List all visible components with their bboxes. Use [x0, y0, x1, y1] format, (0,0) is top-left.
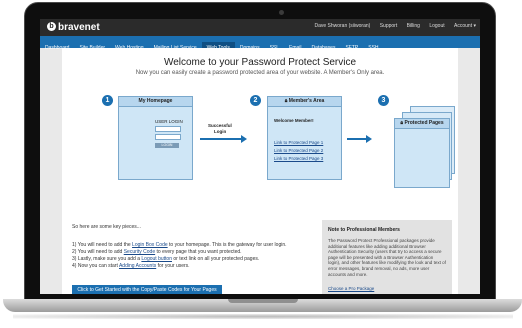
page-title: Welcome to your Password Protect Service: [163, 57, 357, 68]
page-subtitle: Now you can easily create a password pro…: [135, 70, 385, 76]
username-field[interactable]: [155, 126, 181, 132]
protected-title: 🔒︎ Protected Pages: [395, 119, 449, 129]
list-text: 2) You will need to add: [72, 249, 124, 255]
bravenet-logo[interactable]: b bravenet: [47, 22, 100, 33]
members-title: 🔒︎ Member's Area: [268, 97, 341, 107]
arrow-1-icon: [241, 135, 247, 143]
main-nav: DashboardSite BuilderWeb HostingMailing …: [40, 36, 480, 54]
list-text: or text link on all your protected pages…: [171, 256, 260, 262]
security-code-link[interactable]: Security Code: [124, 249, 155, 255]
list-text: to your homepage. This is the gateway fo…: [167, 242, 287, 248]
adding-accounts-link[interactable]: Adding Accounts: [119, 263, 156, 269]
arrow-label-successful: Successful: [208, 123, 232, 128]
laptop-frame: b bravenet Dave Shworan (siiworan) Suppor…: [3, 2, 522, 319]
protected-title-text: Protected Pages: [404, 120, 444, 126]
user-login-label: USER LOGIN: [155, 119, 183, 124]
homepage-panel: My Homepage USER LOGIN LOGIN: [118, 96, 193, 180]
list-item: 4) Now you can start Adding Accounts for…: [72, 263, 287, 270]
logout-button-link[interactable]: Logout button: [141, 256, 172, 262]
arrow-2-icon: [366, 135, 372, 143]
protected-link-1[interactable]: Link to Protected Page 1: [274, 140, 323, 145]
list-text: 1) You will need to add the: [72, 242, 133, 248]
list-item: 2) You will need to add Security Code to…: [72, 249, 287, 256]
protected-link-2[interactable]: Link to Protected Page 2: [274, 148, 323, 153]
members-title-text: Member's Area: [288, 98, 325, 104]
logo-icon: b: [47, 22, 56, 31]
step-2-badge: 2: [250, 95, 261, 106]
camera-icon: [279, 10, 284, 15]
password-field[interactable]: [155, 134, 181, 140]
list-text: 4) Now you can start: [72, 263, 119, 269]
login-button[interactable]: LOGIN: [155, 143, 179, 148]
logo-text: bravenet: [58, 22, 100, 33]
list-text: 3) Lastly, make sure you add a: [72, 256, 142, 262]
account-links: Dave Shworan (siiworan) Support Billing …: [306, 23, 476, 29]
arrow-1-line: [200, 138, 242, 140]
login-box-code-link[interactable]: Login Box Code: [132, 242, 168, 248]
pro-members-note: Note to Professional Members The Passwor…: [322, 220, 452, 294]
get-started-button[interactable]: Click to Get Started with the Copy/Paste…: [72, 285, 222, 294]
step-1-badge: 1: [102, 95, 113, 106]
list-item: 3) Lastly, make sure you add a Logout bu…: [72, 256, 287, 263]
list-item: 1) You will need to add the Login Box Co…: [72, 242, 287, 249]
laptop-notch: [228, 299, 298, 303]
choose-pro-package-link[interactable]: Choose a Pro Package: [328, 286, 374, 291]
laptop-shadow: [13, 314, 513, 319]
key-pieces-intro: So here are some key pieces...: [72, 224, 141, 230]
list-text: for your users.: [156, 263, 190, 269]
step-3-badge: 3: [378, 95, 389, 106]
logout-link[interactable]: Logout: [429, 23, 444, 29]
billing-link[interactable]: Billing: [407, 23, 420, 29]
arrow-2-line: [347, 138, 367, 140]
protected-link-3[interactable]: Link to Protected Page 3: [274, 156, 323, 161]
list-text: to every page that you want protected.: [155, 249, 242, 255]
support-link[interactable]: Support: [380, 23, 398, 29]
note-body: The Password Protect Professional packag…: [328, 238, 446, 277]
homepage-title: My Homepage: [119, 97, 192, 107]
top-bar: b bravenet Dave Shworan (siiworan) Suppor…: [40, 19, 480, 36]
main-content: Welcome to your Password Protect Service…: [62, 48, 458, 294]
members-panel: 🔒︎ Member's Area Welcome Member! Link to…: [267, 96, 342, 180]
note-title: Note to Professional Members: [328, 227, 400, 233]
welcome-text: Welcome Member!: [274, 118, 314, 123]
user-name: Dave Shworan (siiworan): [314, 23, 371, 29]
key-pieces-list: 1) You will need to add the Login Box Co…: [72, 242, 287, 270]
account-menu[interactable]: Account ▾: [454, 23, 476, 29]
protected-pages-panel: 🔒︎ Protected Pages: [394, 118, 450, 188]
screen: b bravenet Dave Shworan (siiworan) Suppor…: [40, 19, 480, 294]
arrow-label-login: Login: [214, 129, 227, 134]
